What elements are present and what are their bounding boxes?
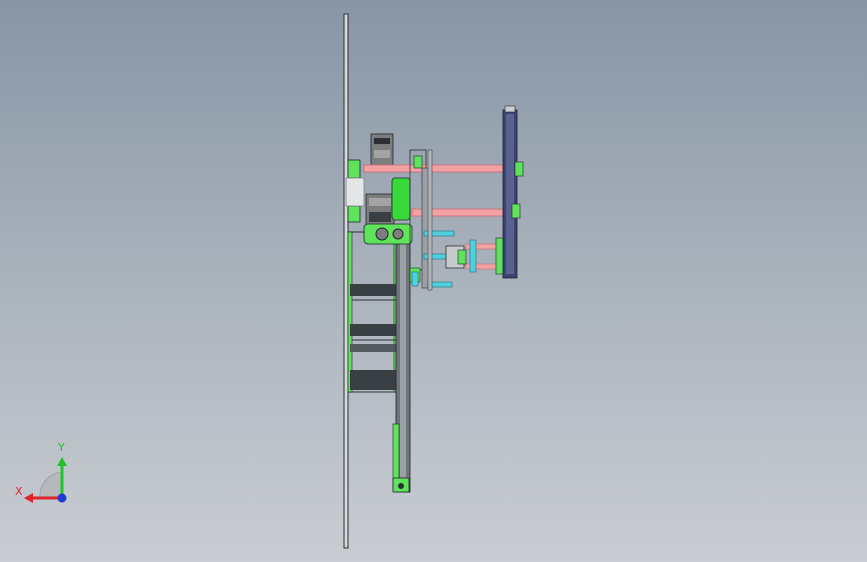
triad-x-label: X [15, 485, 23, 498]
rod-bracket[interactable] [427, 149, 433, 291]
chain-conveyor[interactable] [502, 105, 524, 279]
mount-block[interactable] [345, 177, 365, 207]
gearbox-plate[interactable] [363, 223, 413, 245]
mounting-plate[interactable] [343, 13, 349, 549]
assembly-model[interactable] [0, 0, 867, 562]
support-column[interactable] [347, 231, 399, 393]
green-cylinder[interactable] [391, 177, 411, 221]
upper-motor[interactable] [370, 133, 394, 167]
upper-guide-rod[interactable] [363, 164, 517, 173]
coordinate-triad [24, 457, 67, 503]
lower-flange[interactable] [347, 205, 361, 223]
triad-y-label: Y [58, 441, 65, 454]
lower-motor[interactable] [365, 193, 395, 227]
upper-flange[interactable] [347, 159, 361, 179]
cyan-actuators[interactable] [411, 230, 477, 288]
